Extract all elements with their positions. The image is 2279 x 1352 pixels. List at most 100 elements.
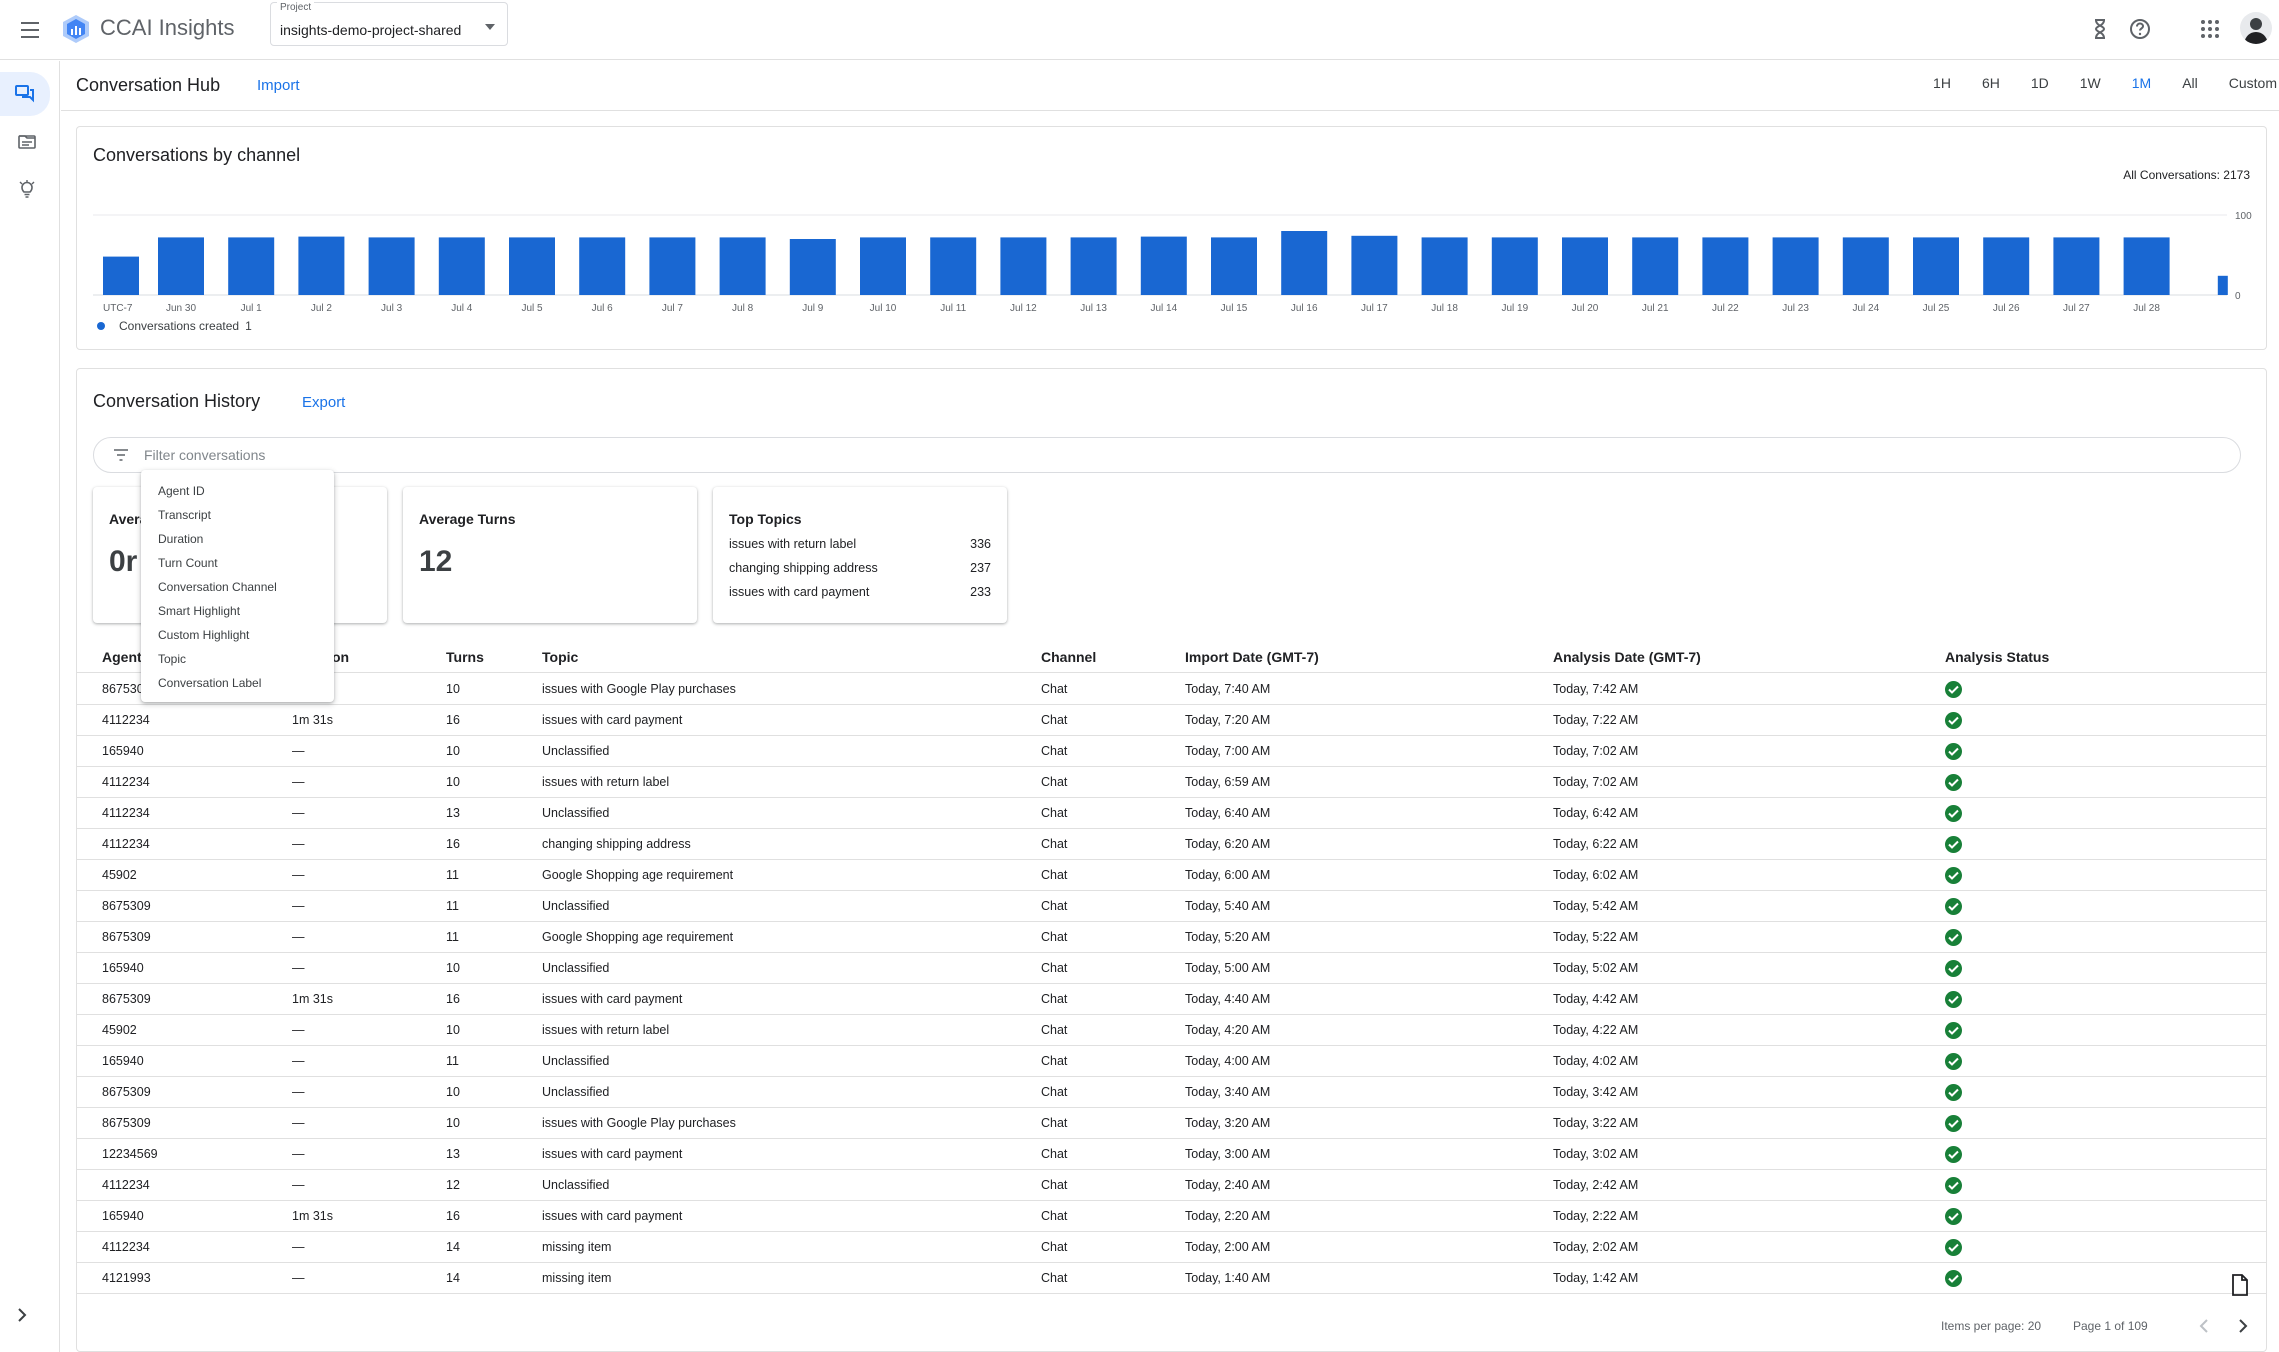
filter-menu-item[interactable]: Conversation Channel [141, 575, 334, 599]
column-header-import-date[interactable]: Import Date (GMT-7) [1185, 649, 1319, 665]
column-header-analysis-date[interactable]: Analysis Date (GMT-7) [1553, 649, 1701, 665]
column-header-channel[interactable]: Channel [1041, 649, 1096, 665]
table-row[interactable]: 4112234 — 14 missing item Chat Today, 2:00 AM… [77, 1232, 2266, 1263]
table-row[interactable]: 165940 — 10 Unclassified Chat Today, 5:00 AM T… [77, 953, 2266, 984]
cell-topic: missing item [542, 1240, 612, 1254]
filter-menu-item[interactable]: Agent ID [141, 479, 334, 503]
menu-icon[interactable] [14, 14, 46, 46]
cell-turns: 10 [446, 1116, 460, 1130]
chart-bar[interactable] [649, 237, 696, 295]
column-header-analysis-status[interactable]: Analysis Status [1945, 649, 2049, 665]
filter-menu-item[interactable]: Custom Highlight [141, 623, 334, 647]
hourglass-icon[interactable] [2086, 15, 2114, 43]
table-row[interactable]: 4112234 — 10 issues with return label Chat To… [77, 767, 2266, 798]
chart-bar[interactable] [1070, 237, 1117, 295]
chart-bar[interactable] [1000, 237, 1047, 295]
range-tab-1h[interactable]: 1H [1933, 75, 1951, 91]
column-header-turns[interactable]: Turns [446, 649, 484, 665]
chart-bar[interactable] [1281, 231, 1328, 295]
import-link[interactable]: Import [257, 77, 300, 94]
table-row[interactable]: 165940 — 11 Unclassified Chat Today, 4:00 AM T… [77, 1046, 2266, 1077]
filter-menu-item[interactable]: Duration [141, 527, 334, 551]
chart-bar[interactable] [1913, 237, 1959, 295]
filter-menu-item[interactable]: Conversation Label [141, 671, 334, 695]
document-icon[interactable] [2231, 1274, 2249, 1296]
chevron-right-icon[interactable] [2232, 1315, 2254, 1337]
project-selector[interactable]: Project insights-demo-project-shared [270, 2, 508, 46]
chart-bar[interactable] [789, 239, 836, 295]
table-row[interactable]: 867530 10 issues with Google Play purchase… [77, 674, 2266, 705]
chart-bar[interactable] [1562, 237, 1608, 295]
apps-grid-icon[interactable] [2196, 15, 2224, 43]
table-row[interactable]: 4112234 — 13 Unclassified Chat Today, 6:40 AM… [77, 798, 2266, 829]
cell-agent: 45902 [102, 1023, 137, 1037]
filter-menu-item[interactable]: Smart Highlight [141, 599, 334, 623]
column-header-duration[interactable]: on [332, 649, 349, 665]
chart-bar[interactable] [1421, 237, 1468, 295]
column-header-topic[interactable]: Topic [542, 649, 578, 665]
range-tab-all[interactable]: All [2182, 75, 2198, 91]
chart-bar[interactable] [1842, 237, 1889, 295]
chart-bar[interactable] [1772, 237, 1819, 295]
table-row[interactable]: 8675309 — 11 Google Shopping age requiremen… [77, 922, 2266, 953]
chart-bar[interactable] [719, 237, 766, 295]
chart-bar[interactable] [860, 237, 906, 295]
table-row[interactable]: 4121993 — 14 missing item Chat Today, 1:40 AM… [77, 1263, 2266, 1294]
table-row[interactable]: 12234569 — 13 issues with card payment Chat T… [77, 1139, 2266, 1170]
filter-bar[interactable]: Filter conversations [93, 437, 2241, 473]
chart-bar[interactable] [1632, 237, 1679, 295]
chart-bar[interactable] [1351, 235, 1398, 295]
chart-bar[interactable] [438, 237, 485, 295]
avatar[interactable] [2240, 12, 2272, 44]
range-tab-6h[interactable]: 6H [1982, 75, 2000, 91]
chart-bar[interactable] [509, 237, 555, 295]
table-row[interactable]: 45902 — 11 Google Shopping age requirement C… [77, 860, 2266, 891]
column-header-agent[interactable]: Agent [102, 649, 142, 665]
range-tab-1m[interactable]: 1M [2132, 75, 2151, 91]
nav-conversations[interactable] [0, 72, 50, 116]
chevron-left-icon[interactable] [2193, 1315, 2215, 1337]
chart-bar[interactable] [1140, 236, 1187, 295]
export-link[interactable]: Export [302, 394, 345, 411]
table-row[interactable]: 8675309 1m 31s 16 issues with card payment C… [77, 984, 2266, 1015]
chevron-right-icon[interactable] [8, 1301, 36, 1329]
help-icon[interactable] [2126, 15, 2154, 43]
chart-bar[interactable] [1211, 237, 1257, 295]
cell-import-date: Today, 4:40 AM [1185, 992, 1271, 1006]
table-row[interactable]: 4112234 1m 31s 16 issues with card payment C… [77, 705, 2266, 736]
chart-bar[interactable] [2217, 275, 2228, 295]
filter-input[interactable]: Filter conversations [144, 447, 265, 463]
cell-channel: Chat [1041, 1178, 1068, 1192]
nav-insights[interactable] [4, 169, 50, 209]
table-row[interactable]: 8675309 — 10 issues with Google Play purcha… [77, 1108, 2266, 1139]
table-row[interactable]: 165940 1m 31s 16 issues with card payment Ch… [77, 1201, 2266, 1232]
project-label: Project [277, 2, 315, 13]
table-row[interactable]: 8675309 — 11 Unclassified Chat Today, 5:40 AM… [77, 891, 2266, 922]
chart-bar[interactable] [2053, 237, 2100, 295]
table-row[interactable]: 4112234 — 12 Unclassified Chat Today, 2:40 AM… [77, 1170, 2266, 1201]
chart-bar[interactable] [158, 237, 204, 295]
cell-topic: Unclassified [542, 1085, 610, 1099]
chart-bar[interactable] [1983, 237, 2030, 295]
filter-menu-item[interactable]: Turn Count [141, 551, 334, 575]
chart-bar[interactable] [298, 236, 345, 295]
chart-bar[interactable] [1702, 237, 1749, 295]
chart-bar[interactable] [103, 256, 139, 295]
table-row[interactable]: 165940 — 10 Unclassified Chat Today, 7:00 AM T… [77, 736, 2266, 767]
chart-bar[interactable] [368, 237, 415, 295]
table-row[interactable]: 45902 — 10 issues with return label Chat Toda… [77, 1015, 2266, 1046]
range-tab-1d[interactable]: 1D [2031, 75, 2049, 91]
chart-bar[interactable] [579, 237, 626, 295]
table-row[interactable]: 4112234 — 16 changing shipping address Chat T… [77, 829, 2266, 860]
nav-library[interactable] [4, 121, 50, 161]
range-tab-1w[interactable]: 1W [2080, 75, 2101, 91]
chart-bar[interactable] [930, 237, 977, 295]
chart-bar[interactable] [2123, 237, 2170, 295]
table-row[interactable]: 8675309 — 10 Unclassified Chat Today, 3:40 AM… [77, 1077, 2266, 1108]
chart-bar[interactable] [228, 237, 275, 295]
range-tab-custom[interactable]: Custom [2229, 75, 2277, 91]
filter-menu-item[interactable]: Transcript [141, 503, 334, 527]
filter-menu-item[interactable]: Topic [141, 647, 334, 671]
items-per-page[interactable]: Items per page: 20 [1941, 1319, 2041, 1333]
chart-bar[interactable] [1491, 237, 1538, 295]
